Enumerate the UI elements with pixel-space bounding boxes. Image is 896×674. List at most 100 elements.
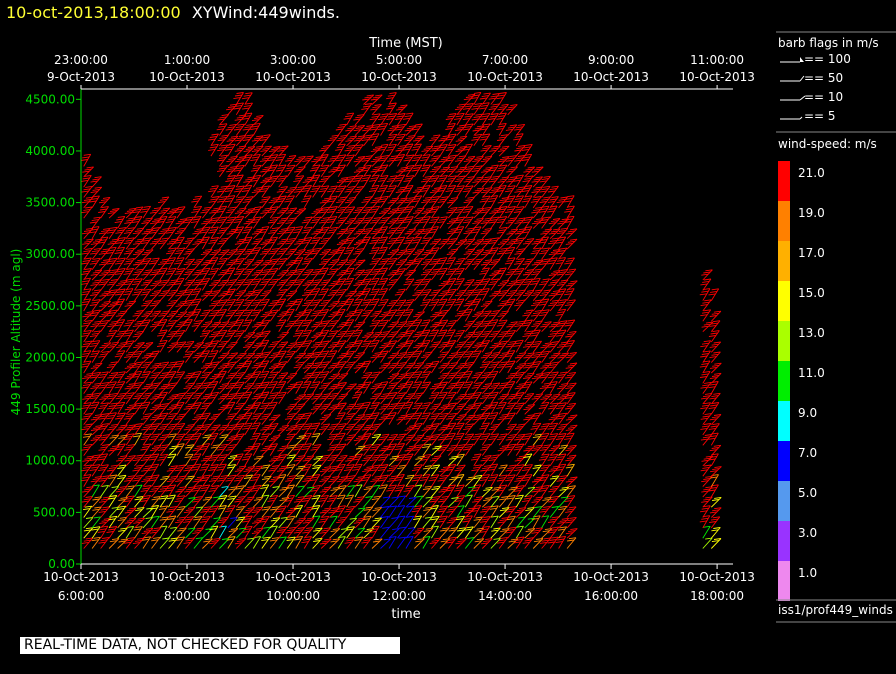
wind-barb xyxy=(125,485,135,498)
wind-barb-flag xyxy=(353,466,361,469)
wind-barb-flag xyxy=(301,386,309,389)
wind-barb-flag xyxy=(346,112,354,115)
wind-barb-flag xyxy=(243,228,251,231)
wind-barb xyxy=(312,455,324,467)
wind-barb xyxy=(303,443,312,456)
wind-barb-flag xyxy=(175,404,183,407)
wind-barb-flag xyxy=(82,476,90,479)
wind-barb xyxy=(168,515,177,529)
wind-barb xyxy=(168,537,179,549)
wind-barb xyxy=(252,474,261,487)
wind-barb-flag xyxy=(207,386,215,389)
wind-barb xyxy=(83,517,94,529)
wind-barb-flag xyxy=(353,332,361,335)
wind-barb-flag xyxy=(208,190,216,193)
wind-barb-flag xyxy=(141,404,149,407)
wind-barb xyxy=(117,464,127,477)
wind-barb xyxy=(303,329,312,343)
wind-barb-flag xyxy=(150,456,158,458)
wind-barb-flag xyxy=(360,241,368,244)
wind-barb-flag xyxy=(190,458,198,461)
wind-barb xyxy=(176,536,186,549)
wind-barb-flag xyxy=(201,445,209,448)
wind-barb-flag xyxy=(336,497,344,500)
wind-barb xyxy=(117,402,126,415)
wind-barb xyxy=(117,517,128,529)
wind-barb-flag xyxy=(241,231,250,234)
wind-barb xyxy=(354,527,366,539)
wind-barb-flag xyxy=(139,406,148,409)
wind-barb-flag xyxy=(268,404,276,407)
wind-barb xyxy=(363,496,373,508)
wind-barb xyxy=(159,525,168,539)
wind-barb-flag xyxy=(116,291,124,293)
wind-barb-flag xyxy=(241,190,249,192)
wind-barb-flag xyxy=(165,489,173,492)
wind-barb xyxy=(252,496,264,508)
wind-barb-flag xyxy=(243,105,251,108)
wind-barb xyxy=(329,515,338,529)
wind-barb-flag xyxy=(302,445,310,448)
wind-barb xyxy=(235,506,246,518)
wind-barb-flag xyxy=(158,332,166,334)
wind-barb-flag xyxy=(369,303,377,306)
wind-barb-flag xyxy=(209,383,217,386)
wind-barb-flag xyxy=(259,303,267,306)
wind-barb-flag xyxy=(216,314,224,316)
wind-barb-flag xyxy=(234,177,242,180)
wind-barb xyxy=(346,112,355,126)
wind-barb xyxy=(286,195,295,209)
wind-barb-flag xyxy=(166,497,174,500)
wind-barb xyxy=(329,538,341,549)
wind-barb-flag xyxy=(301,241,309,244)
wind-barb-flag xyxy=(192,455,200,458)
wind-barb xyxy=(371,485,381,498)
wind-barb xyxy=(363,486,374,498)
wind-barb-flag xyxy=(116,249,124,252)
wind-barb-flag xyxy=(301,200,309,203)
wind-barb-flag xyxy=(369,283,377,285)
wind-barb-flag xyxy=(80,282,88,285)
wind-barb xyxy=(91,401,100,415)
wind-barb-flag xyxy=(218,125,226,128)
wind-barb xyxy=(286,536,296,549)
wind-barb xyxy=(168,527,178,539)
wind-barb-flag xyxy=(114,406,122,409)
wind-barb-flag xyxy=(80,355,88,358)
wind-barb-flag xyxy=(89,345,97,348)
wind-barb-flag xyxy=(294,228,302,231)
wind-barb-flag xyxy=(345,497,353,500)
wind-barb xyxy=(337,536,346,549)
wind-barb xyxy=(193,537,204,549)
wind-barb xyxy=(108,474,118,487)
wind-barb-flag xyxy=(89,406,97,409)
wind-barb-flag xyxy=(243,362,251,365)
wind-barb xyxy=(227,464,237,477)
wind-barb xyxy=(134,526,143,539)
wind-barb-flag xyxy=(173,283,182,285)
wind-barb xyxy=(337,494,346,508)
wind-barb xyxy=(83,433,93,446)
wind-barb xyxy=(388,505,398,518)
wind-barb xyxy=(134,432,142,446)
wind-barb-flag xyxy=(82,363,90,366)
wind-barb-flag xyxy=(250,159,258,162)
wind-barb-flag xyxy=(209,136,217,138)
wind-barb-flag xyxy=(277,383,285,386)
wind-barb-flag xyxy=(360,179,368,182)
wind-barb-flag xyxy=(216,221,224,224)
wind-barb-flag xyxy=(123,334,131,337)
wind-barb-flag xyxy=(251,125,259,128)
wind-barb-flag xyxy=(224,200,232,203)
wind-barb-flag xyxy=(106,417,114,420)
wind-barb-flag xyxy=(99,455,107,458)
wind-barb-flag xyxy=(250,128,258,130)
wind-barb-flag xyxy=(302,332,311,335)
wind-barb xyxy=(278,536,287,549)
wind-barb xyxy=(91,516,102,529)
wind-barb-flag xyxy=(352,468,360,471)
wind-barb-flag xyxy=(302,383,310,386)
wind-barb-flag xyxy=(250,479,258,482)
wind-barb-flag xyxy=(312,422,320,425)
wind-barb-chart: 0.00500.001000.001500.002000.002500.0030… xyxy=(9,31,896,623)
